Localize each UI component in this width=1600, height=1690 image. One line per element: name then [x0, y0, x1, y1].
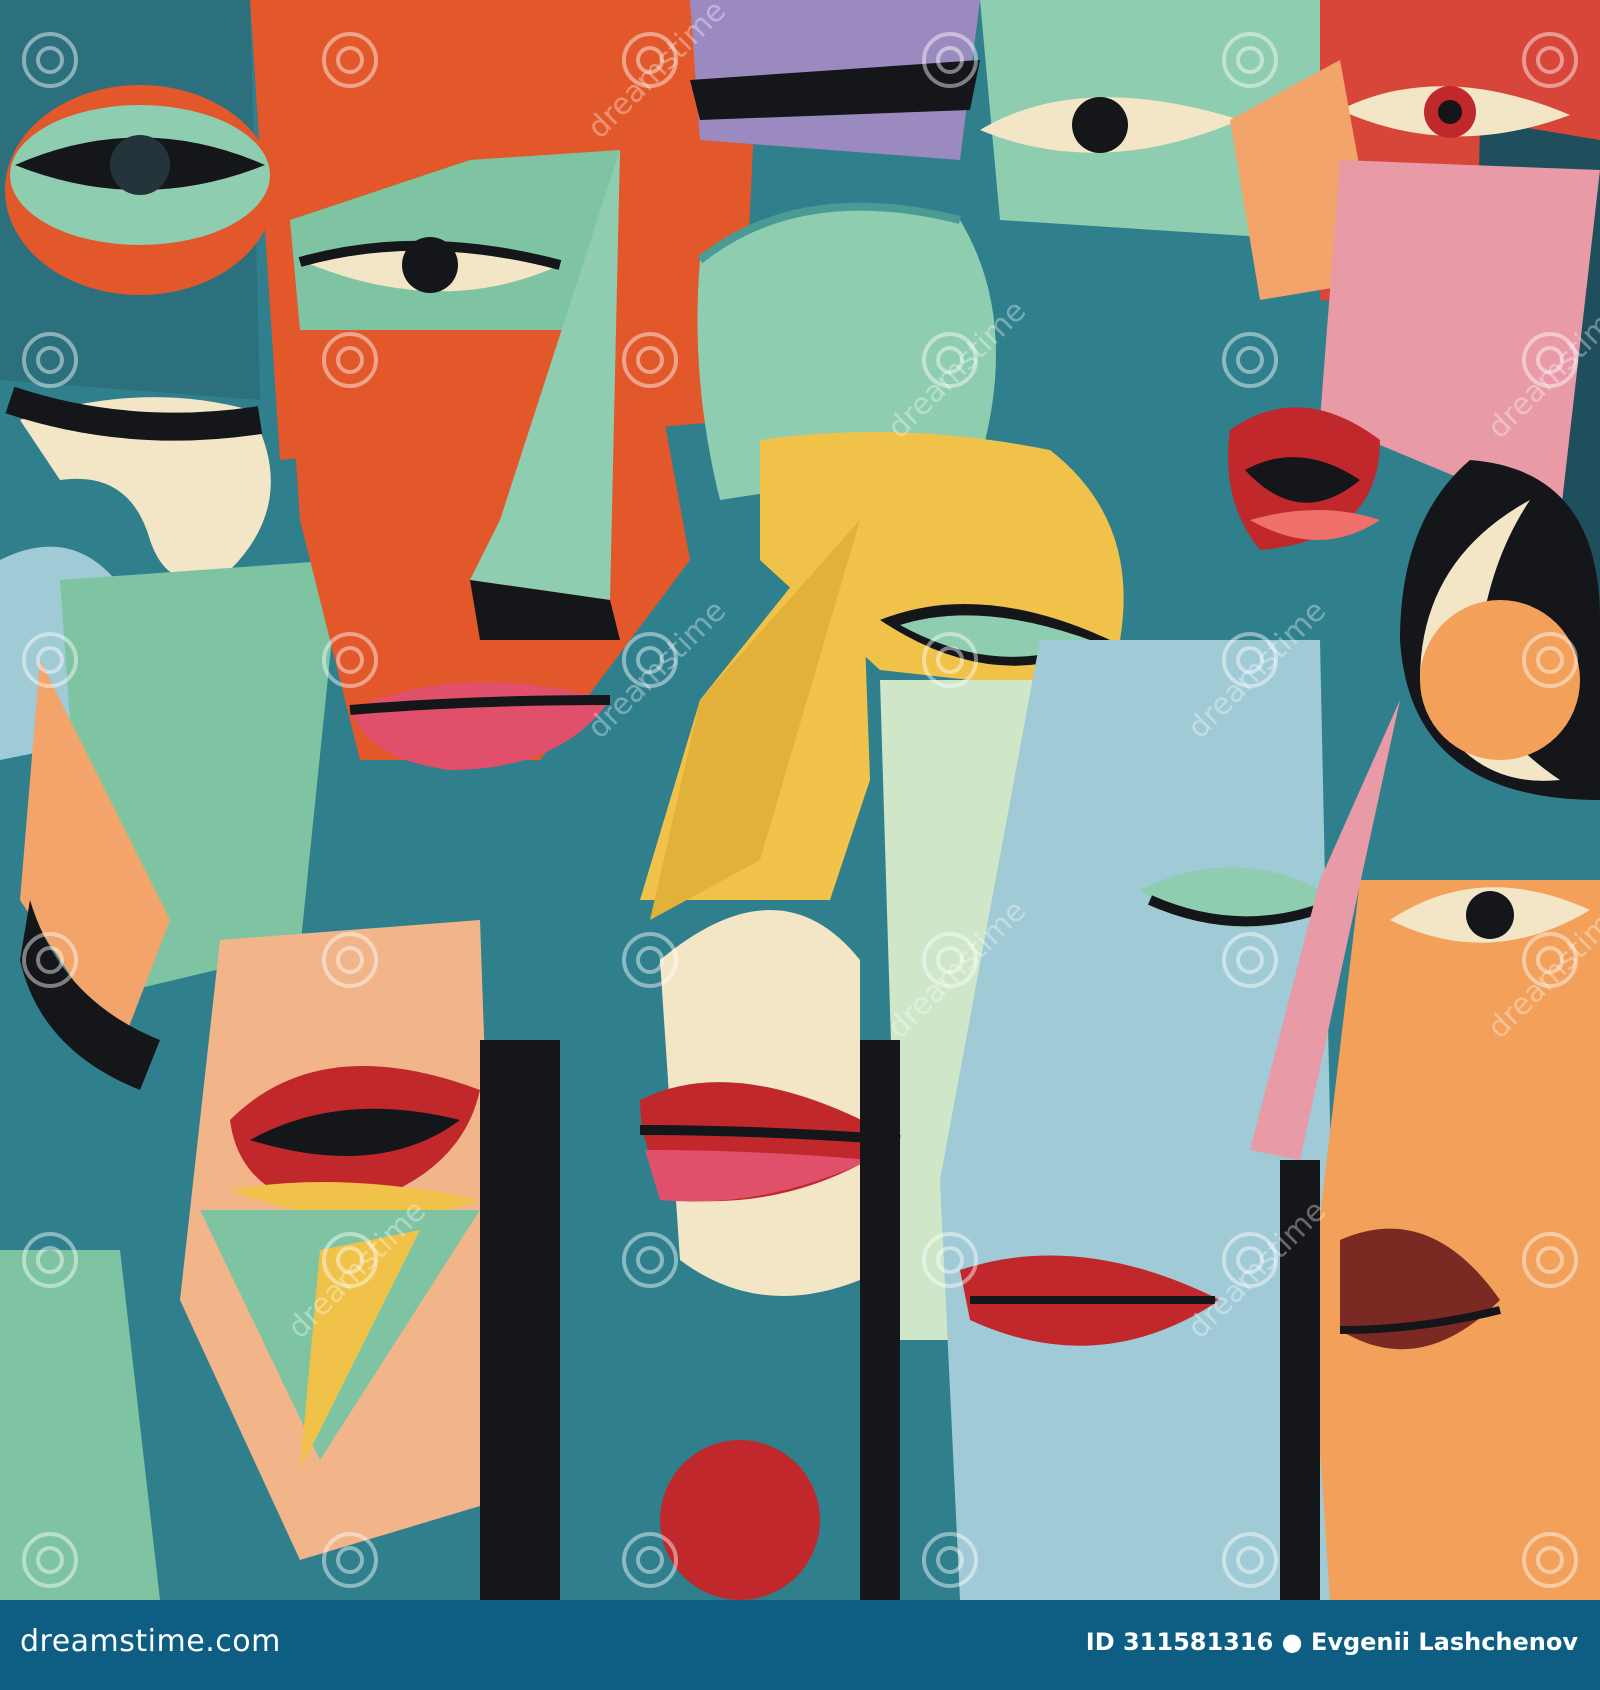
site-name[interactable]: dreamstime.com: [20, 1624, 281, 1659]
image-id: ID 311581316: [1085, 1628, 1274, 1656]
credit-separator: ●: [1281, 1628, 1303, 1656]
stock-image-page: dreamstime dreamstime dreamstime dreamst…: [0, 0, 1600, 1690]
image-credit: ID 311581316 ● Evgenii Lashchenov: [1086, 1628, 1578, 1656]
author-name[interactable]: Evgenii Lashchenov: [1311, 1628, 1578, 1656]
stock-credit-footer: dreamstime.com ID 311581316 ● Evgenii La…: [0, 1600, 1600, 1690]
cubist-faces-painting: [0, 0, 1600, 1600]
